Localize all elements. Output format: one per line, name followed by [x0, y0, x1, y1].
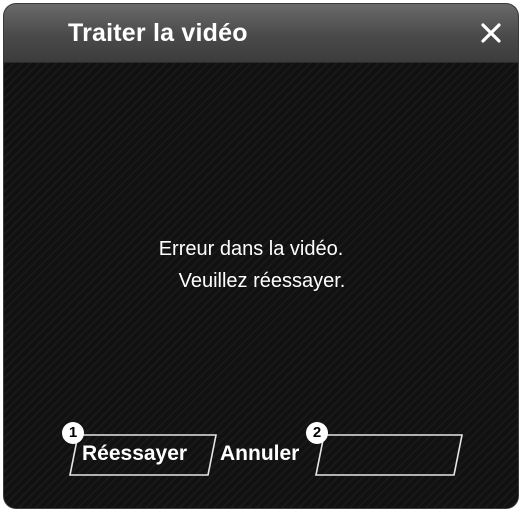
cancel-button[interactable]	[314, 433, 464, 477]
retry-button-badge: 1	[62, 422, 84, 444]
error-message-line1: Erreur dans la vidéo.	[158, 238, 344, 260]
retry-button-label: Réessayer	[82, 442, 188, 465]
dialog-content: Erreur dans la vidéo. Veuillez réessayer…	[4, 63, 518, 508]
cancel-button-badge: 2	[306, 422, 328, 444]
cancel-button-label: Annuler	[220, 442, 300, 465]
close-icon[interactable]	[478, 20, 504, 46]
error-message-line2: Veuillez réessayer.	[178, 270, 346, 292]
dialog-titlebar: Traiter la vidéo	[4, 4, 518, 63]
error-message: Erreur dans la vidéo. Veuillez réessayer…	[4, 233, 518, 297]
dialog-title: Traiter la vidéo	[68, 19, 248, 47]
process-video-dialog: Traiter la vidéo Erreur dans la vidéo. V…	[4, 4, 518, 508]
